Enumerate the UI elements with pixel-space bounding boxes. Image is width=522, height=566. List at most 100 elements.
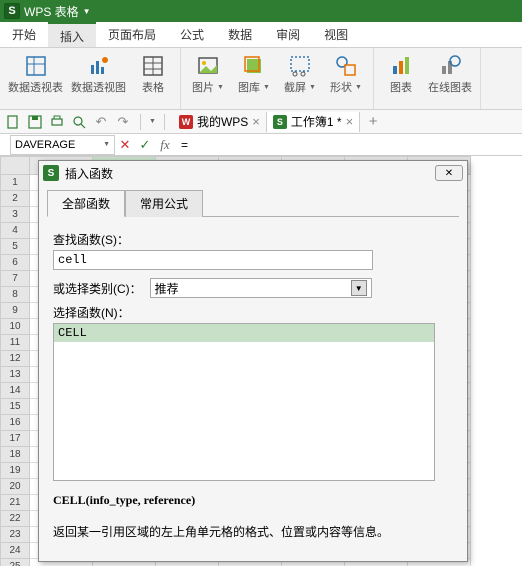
menu-tabs: 开始插入页面布局公式数据审阅视图	[0, 22, 522, 48]
ribbon-label: 数据透视表	[8, 82, 63, 94]
category-label: 或选择类别(C)：	[53, 280, 142, 297]
row-header[interactable]: 16	[0, 415, 30, 431]
print-preview-icon[interactable]	[70, 113, 88, 131]
menu-tab-1[interactable]: 插入	[48, 22, 96, 47]
table-icon	[142, 55, 164, 77]
menu-tab-4[interactable]: 数据	[216, 22, 264, 47]
table-button[interactable]: 表格	[130, 50, 176, 107]
workbook-tab[interactable]: S工作簿1 *×	[267, 112, 360, 132]
gallery-button[interactable]: 图库▼	[231, 50, 277, 107]
row-header[interactable]: 14	[0, 383, 30, 399]
dialog-tab-1[interactable]: 常用公式	[125, 190, 203, 217]
category-value: 推荐	[155, 280, 179, 297]
category-select[interactable]: 推荐 ▼	[150, 278, 372, 298]
dialog-close-button[interactable]: ✕	[435, 165, 463, 181]
pivot-table-button[interactable]: 数据透视表	[4, 50, 67, 107]
menu-tab-2[interactable]: 页面布局	[96, 22, 168, 47]
row-header[interactable]: 11	[0, 335, 30, 351]
shapes-button[interactable]: 形状▼	[323, 50, 369, 107]
name-box-dropdown-icon[interactable]: ▼	[103, 141, 110, 148]
row-header[interactable]: 15	[0, 399, 30, 415]
picture-button[interactable]: 图片▼	[185, 50, 231, 107]
print-icon[interactable]	[48, 113, 66, 131]
search-label: 查找函数(S)：	[53, 231, 453, 248]
dialog-titlebar[interactable]: S 插入函数 ✕	[39, 161, 467, 185]
chart-button[interactable]: 图表	[378, 50, 424, 107]
screenshot-button[interactable]: 截屏▼	[277, 50, 323, 107]
search-function-input[interactable]	[53, 250, 373, 270]
row-header[interactable]: 9	[0, 303, 30, 319]
new-icon[interactable]	[4, 113, 22, 131]
doc-tab-label: 工作簿1 *	[291, 113, 342, 130]
redo-icon[interactable]: ↷	[114, 113, 132, 131]
row-header[interactable]: 13	[0, 367, 30, 383]
menu-tab-6[interactable]: 视图	[312, 22, 360, 47]
fx-icon[interactable]: fx	[155, 135, 175, 155]
formula-input[interactable]	[175, 135, 522, 155]
chart-icon	[390, 55, 412, 77]
row-header[interactable]: 20	[0, 479, 30, 495]
my-wps-tab[interactable]: W我的WPS×	[173, 112, 267, 132]
ribbon-label: 截屏▼	[284, 82, 316, 94]
undo-icon[interactable]: ↶	[92, 113, 110, 131]
select-all-cell[interactable]	[0, 156, 30, 175]
dropdown-icon: ▼	[217, 82, 224, 94]
qa-more-icon[interactable]: ▼	[149, 118, 156, 125]
row-header[interactable]: 7	[0, 271, 30, 287]
row-header[interactable]: 22	[0, 511, 30, 527]
row-header[interactable]: 18	[0, 447, 30, 463]
menu-tab-3[interactable]: 公式	[168, 22, 216, 47]
row-header[interactable]: 4	[0, 223, 30, 239]
dropdown-icon: ▼	[309, 82, 316, 94]
row-header[interactable]: 3	[0, 207, 30, 223]
insert-function-dialog: S 插入函数 ✕ 全部函数常用公式 查找函数(S)： 或选择类别(C)： 推荐 …	[38, 160, 468, 562]
function-signature: CELL(info_type, reference)	[53, 493, 453, 508]
dropdown-icon: ▼	[355, 82, 362, 94]
function-list-item[interactable]: CELL	[54, 324, 434, 342]
row-header[interactable]: 5	[0, 239, 30, 255]
ribbon-label: 图库▼	[238, 82, 270, 94]
close-tab-icon[interactable]: ×	[252, 114, 260, 129]
close-tab-icon[interactable]: ×	[346, 114, 354, 129]
doc-tab-label: 我的WPS	[197, 113, 248, 130]
row-header[interactable]: 21	[0, 495, 30, 511]
ribbon-label: 形状▼	[330, 82, 362, 94]
pivot-chart-button[interactable]: 数据透视图	[67, 50, 130, 107]
ribbon-label: 数据透视图	[71, 82, 126, 94]
row-header[interactable]: 19	[0, 463, 30, 479]
dialog-tabs: 全部函数常用公式	[47, 189, 459, 217]
row-header[interactable]: 23	[0, 527, 30, 543]
pivot-icon	[25, 55, 47, 77]
function-listbox[interactable]: CELL	[53, 323, 435, 481]
dialog-tab-0[interactable]: 全部函数	[47, 190, 125, 217]
row-header[interactable]: 1	[0, 175, 30, 191]
row-header[interactable]: 8	[0, 287, 30, 303]
row-header[interactable]: 17	[0, 431, 30, 447]
row-header[interactable]: 24	[0, 543, 30, 559]
row-header[interactable]: 12	[0, 351, 30, 367]
name-box[interactable]: DAVERAGE ▼	[10, 135, 115, 155]
row-header[interactable]: 6	[0, 255, 30, 271]
quick-access-bar: ↶ ↷ ▼ W我的WPS×S工作簿1 *× +	[0, 110, 522, 134]
shapes-icon	[335, 55, 357, 77]
title-bar: S WPS 表格 ▼	[0, 0, 522, 22]
title-dropdown-icon[interactable]: ▼	[83, 7, 91, 16]
picture-icon	[197, 55, 219, 77]
cancel-formula-icon[interactable]: ✕	[115, 135, 135, 155]
accept-formula-icon[interactable]: ✓	[135, 135, 155, 155]
name-box-text: DAVERAGE	[15, 139, 103, 151]
pivotchart-icon	[88, 55, 110, 77]
function-description: 返回某一引用区域的左上角单元格的格式、位置或内容等信息。	[53, 524, 453, 540]
row-header[interactable]: 10	[0, 319, 30, 335]
dialog-logo-icon: S	[43, 165, 59, 181]
dialog-title: 插入函数	[65, 165, 435, 182]
menu-tab-0[interactable]: 开始	[0, 22, 48, 47]
menu-tab-5[interactable]: 审阅	[264, 22, 312, 47]
wps-logo: S	[4, 3, 20, 19]
add-tab-button[interactable]: +	[364, 113, 382, 131]
save-icon[interactable]	[26, 113, 44, 131]
ribbon-label: 表格	[142, 82, 164, 94]
online-chart-button[interactable]: 在线图表	[424, 50, 476, 107]
category-dropdown-icon: ▼	[351, 280, 367, 296]
row-header[interactable]: 2	[0, 191, 30, 207]
